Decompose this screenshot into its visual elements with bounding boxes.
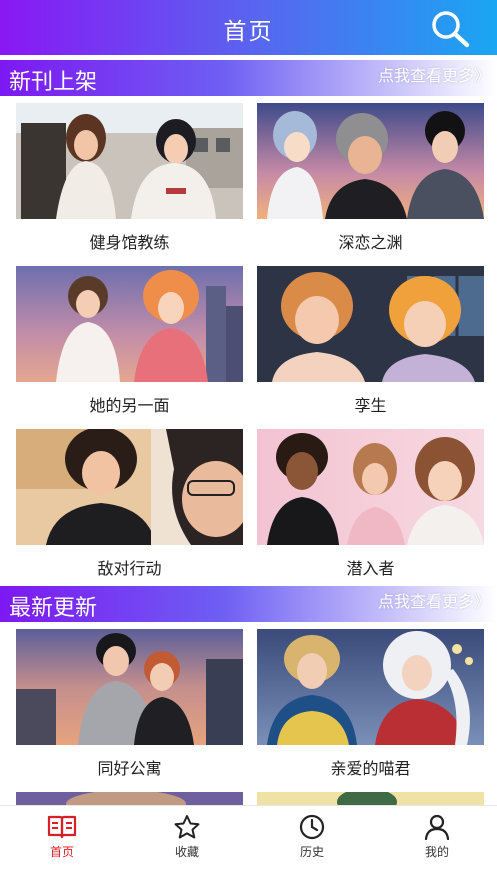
- book-icon: [47, 815, 77, 839]
- search-icon: [432, 11, 470, 48]
- comic-title: 孪生: [354, 396, 387, 415]
- comic-cover: [16, 792, 243, 805]
- more-link[interactable]: 点我查看更多》: [378, 588, 490, 612]
- clock-icon: [299, 814, 325, 840]
- comic-title: 亲爱的喵君: [330, 759, 411, 778]
- comic-cover: [16, 266, 243, 382]
- section-header-latest-updates: 最新更新 点我查看更多》: [0, 586, 497, 622]
- comic-cover: [257, 429, 484, 545]
- tab-history[interactable]: 历史: [272, 814, 352, 866]
- comic-title: 她的另一面: [89, 396, 170, 415]
- page-title: 首页: [223, 19, 274, 45]
- comic-cover: [16, 103, 243, 219]
- comic-card[interactable]: [257, 792, 484, 805]
- tab-home[interactable]: 首页: [22, 814, 102, 866]
- search-button[interactable]: [429, 9, 471, 49]
- comic-title: 潜入者: [346, 559, 395, 578]
- comic-cover: [16, 429, 243, 545]
- section-header-new-releases: 新刊上架 点我查看更多》: [0, 60, 497, 96]
- comic-cover: [257, 103, 484, 219]
- bottom-tab-bar: 首页 收藏 历史 我的: [0, 805, 497, 884]
- comic-cover: [257, 266, 484, 382]
- tab-mine[interactable]: 我的: [397, 814, 477, 866]
- comic-title: 深恋之渊: [338, 233, 403, 252]
- comic-card[interactable]: [16, 792, 243, 805]
- comic-title: 敌对行动: [97, 559, 162, 578]
- comic-cover: [257, 792, 484, 805]
- more-link[interactable]: 点我查看更多》: [378, 62, 490, 86]
- tab-label: 首页: [49, 845, 74, 859]
- comic-cover: [16, 629, 243, 745]
- comic-title: 同好公寓: [97, 759, 162, 778]
- top-header: 首页: [0, 0, 497, 55]
- user-icon: [424, 814, 450, 840]
- tab-label: 我的: [424, 845, 449, 859]
- comic-cover: [257, 629, 484, 745]
- tab-label: 收藏: [174, 845, 199, 859]
- star-icon: [174, 815, 200, 839]
- section-title: 最新更新: [9, 596, 98, 621]
- tab-favorites[interactable]: 收藏: [147, 814, 227, 866]
- section-title: 新刊上架: [9, 70, 98, 95]
- tab-label: 历史: [299, 845, 324, 859]
- comic-title: 健身馆教练: [89, 233, 170, 252]
